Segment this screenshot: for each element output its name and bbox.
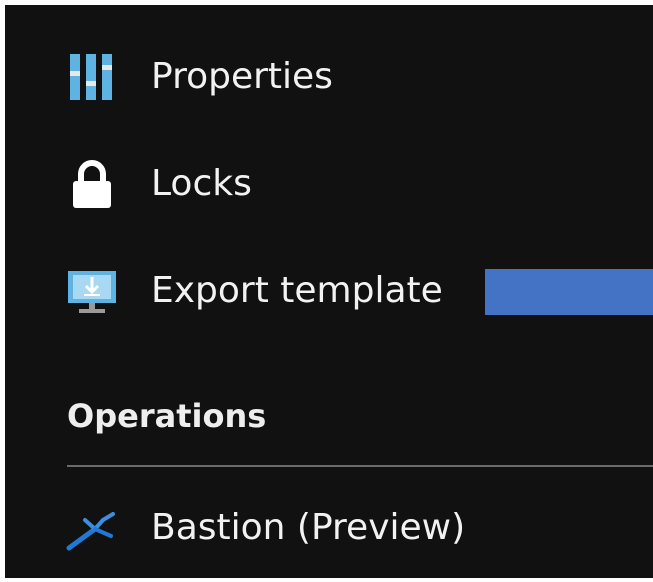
sidebar-item-label: Locks	[151, 163, 252, 204]
properties-icon	[63, 48, 121, 106]
sidebar-item-label: Bastion (Preview)	[151, 507, 466, 548]
bastion-icon	[63, 499, 121, 557]
sidebar-item-label: Export template	[151, 270, 443, 311]
sidebar-panel: Properties Locks Export template Operati…	[5, 5, 653, 578]
export-template-icon	[63, 262, 121, 320]
sidebar-item-locks[interactable]: Locks	[5, 152, 653, 216]
section-divider	[67, 465, 653, 467]
sidebar-item-label: Properties	[151, 56, 333, 97]
sidebar-item-bastion[interactable]: Bastion (Preview)	[5, 496, 653, 560]
highlight-marker	[485, 269, 653, 315]
lock-icon	[63, 155, 121, 213]
sidebar-item-properties[interactable]: Properties	[5, 45, 653, 109]
section-header-operations: Operations	[67, 397, 267, 435]
